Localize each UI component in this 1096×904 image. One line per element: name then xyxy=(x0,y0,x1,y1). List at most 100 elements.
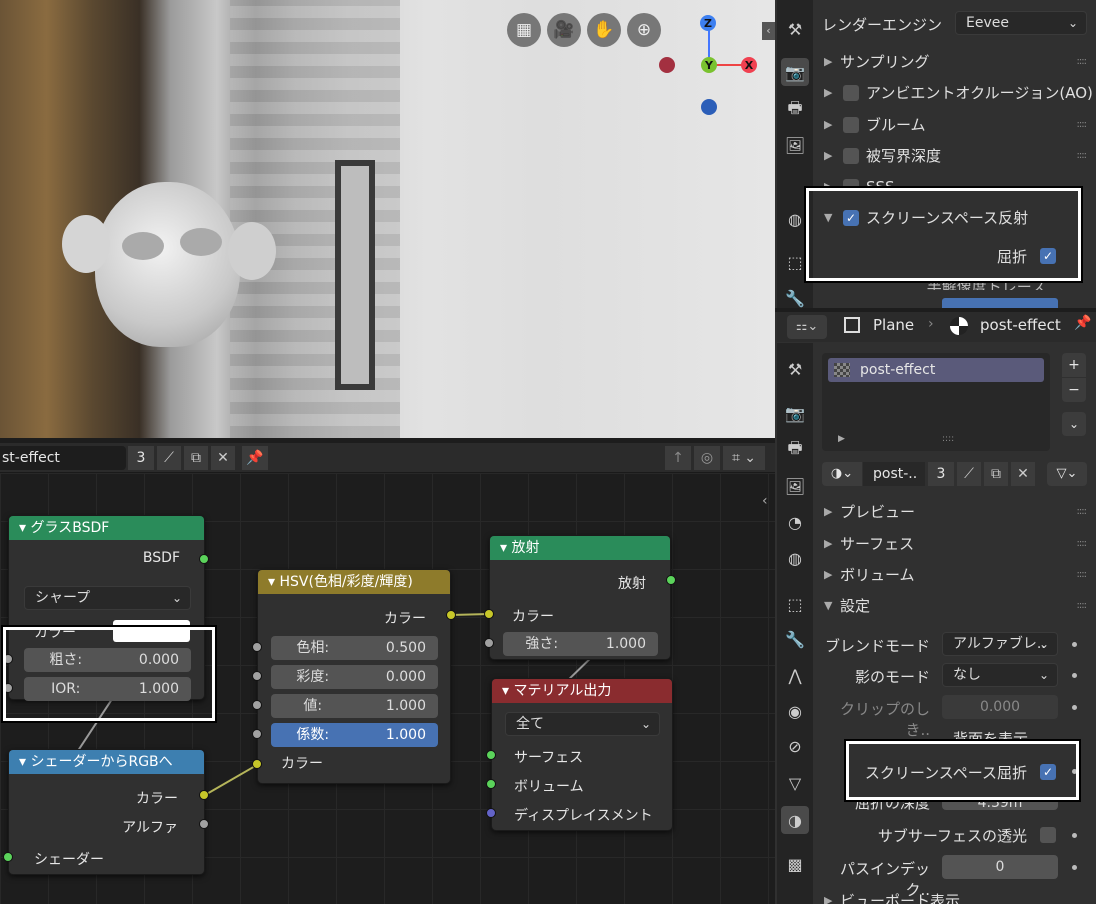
glass-bsdf-output-socket[interactable] xyxy=(199,554,209,564)
saturation-field[interactable]: 彩度: 0.000 xyxy=(271,665,438,689)
value-field[interactable]: 値: 1.000 xyxy=(271,694,438,718)
view-layer-tab-icon[interactable]: 🖼 xyxy=(781,131,809,159)
output-target-dropdown[interactable]: 全て ⌄ xyxy=(505,712,660,736)
world-tab-icon[interactable]: ◍ xyxy=(781,205,809,233)
mat-tool-tab-icon[interactable]: ⚒ xyxy=(781,355,809,383)
close-icon[interactable]: ✕ xyxy=(211,446,235,470)
mat-unlink-icon[interactable]: ✕ xyxy=(1011,462,1035,486)
ao-checkbox[interactable] xyxy=(843,85,859,101)
pass-index-field[interactable]: 0 xyxy=(942,855,1058,879)
hsv-output-socket[interactable] xyxy=(446,610,456,620)
value-socket[interactable] xyxy=(252,700,262,710)
gizmo-neg-x[interactable] xyxy=(659,57,675,73)
factor-field[interactable]: 係数: 1.000 xyxy=(271,723,438,747)
pin-icon[interactable]: 📌 xyxy=(242,446,268,470)
slot-list-expand[interactable]: ▶ xyxy=(838,434,845,444)
render-tab-icon[interactable]: 📷 xyxy=(781,58,809,86)
shader-to-rgb-alpha-socket[interactable] xyxy=(199,819,209,829)
viewport-collapse-arrow[interactable]: ‹ xyxy=(762,22,775,40)
3d-viewport[interactable]: ▦ 🎥 ✋ ⊕ Z X Y ‹ xyxy=(0,0,775,438)
hsv-node[interactable]: ▾ HSV(色相/彩度/輝度) カラー 色相: 0.500 彩度: 0.000 値:… xyxy=(257,569,451,784)
emission-node[interactable]: ▾ 放射 放射 カラー 強さ: 1.000 xyxy=(489,535,671,660)
sss-checkbox[interactable] xyxy=(843,179,859,187)
emission-output-socket[interactable] xyxy=(666,575,676,585)
hue-field[interactable]: 色相: 0.500 xyxy=(271,636,438,660)
material-output-node[interactable]: ▾ マテリアル出力 全て ⌄ サーフェス ボリューム ディスプレイスメント xyxy=(491,678,673,831)
node-editor-canvas[interactable]: ▾ グラスBSDF BSDF シャープ ⌄ カラー 粗さ: 0.000 IOR: 1.… xyxy=(0,473,775,904)
add-slot-button[interactable]: + xyxy=(1062,353,1086,377)
emission-strength-socket[interactable] xyxy=(484,638,494,648)
shader-to-rgb-color-socket[interactable] xyxy=(199,790,209,800)
dof-checkbox[interactable] xyxy=(843,148,859,164)
dof-section[interactable]: ▶ 被写界深度:::: xyxy=(818,142,1096,170)
material-tab-icon[interactable]: ◑ xyxy=(781,806,809,834)
material-link-dropdown[interactable]: ▽⌄ xyxy=(1047,462,1087,486)
tool-tab-icon[interactable]: ⚒ xyxy=(781,15,809,43)
viewport-display-section[interactable]: ▶ ビューポート表示 xyxy=(818,892,1096,904)
camera-icon[interactable]: 🎥 xyxy=(547,13,581,47)
clip-threshold-field[interactable]: 0.000 xyxy=(942,695,1058,719)
shader-to-rgb-header[interactable]: ▾ シェーダーからRGBへ xyxy=(9,750,204,774)
pass-index-keyframe[interactable] xyxy=(1072,865,1077,870)
snap-mode-dropdown[interactable]: ⌗ ⌄ xyxy=(723,446,765,470)
zoom-icon[interactable]: ⊕ xyxy=(627,13,661,47)
mat-render-tab-icon[interactable]: 📷 xyxy=(781,399,809,427)
particles-tab-icon[interactable]: ⋀ xyxy=(781,661,809,689)
gizmo-neg-z[interactable] xyxy=(701,99,717,115)
mat-world-tab-icon[interactable]: ◍ xyxy=(781,544,809,572)
clip-threshold-keyframe[interactable] xyxy=(1072,705,1077,710)
gizmo-z-axis[interactable]: Z xyxy=(700,15,716,31)
material-slot-item[interactable]: post-effect xyxy=(828,358,1044,382)
mat-output-tab-icon[interactable]: 🖶 xyxy=(781,436,809,464)
sampling-section[interactable]: ▶ サンプリング:::: xyxy=(818,48,1096,76)
mat-modifier-tab-icon[interactable]: 🔧 xyxy=(781,625,809,653)
volume-section[interactable]: ▶ ボリューム:::: xyxy=(818,561,1096,589)
material-browse-name[interactable]: post-.. xyxy=(863,462,925,486)
blend-mode-keyframe[interactable] xyxy=(1072,642,1077,647)
mat-scene-tab-icon[interactable]: ◔ xyxy=(781,508,809,536)
saturation-socket[interactable] xyxy=(252,671,262,681)
mat-fake-user-icon[interactable]: ⟋ xyxy=(957,462,981,486)
fake-user-icon[interactable]: ⟋ xyxy=(157,446,181,470)
duplicate-icon[interactable]: ⧉ xyxy=(184,446,208,470)
material-name-field[interactable]: st-effect xyxy=(0,446,126,470)
editor-type-dropdown[interactable]: ⚏⌄ xyxy=(787,315,827,339)
glass-bsdf-header[interactable]: ▾ グラスBSDF xyxy=(9,516,204,540)
object-tab-icon[interactable]: ⬚ xyxy=(781,248,809,276)
surface-section[interactable]: ▶ サーフェス:::: xyxy=(818,530,1096,558)
hue-socket[interactable] xyxy=(252,642,262,652)
parent-node-tree-icon[interactable]: ↑ xyxy=(665,446,691,470)
grid-icon[interactable]: ▦ xyxy=(507,13,541,47)
browse-material-button[interactable]: ◑⌄ xyxy=(822,462,862,486)
preview-section[interactable]: ▶ プレビュー:::: xyxy=(818,498,1096,526)
sss-translucency-keyframe[interactable] xyxy=(1072,833,1077,838)
sss-translucency-checkbox[interactable] xyxy=(1040,827,1056,843)
displacement-socket[interactable] xyxy=(486,808,496,818)
surface-socket[interactable] xyxy=(486,750,496,760)
shader-to-rgb-node[interactable]: ▾ シェーダーからRGBへ カラー アルファ シェーダー xyxy=(8,749,205,875)
shadow-mode-keyframe[interactable] xyxy=(1072,673,1077,678)
blend-mode-dropdown[interactable]: アルファブレ.. ⌄ xyxy=(942,632,1058,656)
hsv-color-input-socket[interactable] xyxy=(252,759,262,769)
physics-tab-icon[interactable]: ◉ xyxy=(781,697,809,725)
ao-section[interactable]: ▶ アンビエントオクルージョン(AO) xyxy=(818,79,1096,107)
shader-to-rgb-shader-socket[interactable] xyxy=(3,852,13,862)
slot-list-grip[interactable]: :::: xyxy=(942,434,954,444)
data-tab-icon[interactable]: ▽ xyxy=(781,769,809,797)
snap-icon[interactable]: ◎ xyxy=(694,446,720,470)
bloom-section[interactable]: ▶ ブルーム:::: xyxy=(818,111,1096,139)
hsv-header[interactable]: ▾ HSV(色相/彩度/輝度) xyxy=(258,570,450,594)
mat-duplicate-icon[interactable]: ⧉ xyxy=(984,462,1008,486)
bloom-checkbox[interactable] xyxy=(843,117,859,133)
emission-color-socket[interactable] xyxy=(484,609,494,619)
strength-field[interactable]: 強さ: 1.000 xyxy=(503,632,658,656)
gizmo-y-axis[interactable]: Y xyxy=(701,57,717,73)
hand-icon[interactable]: ✋ xyxy=(587,13,621,47)
output-tab-icon[interactable]: 🖶 xyxy=(781,96,809,124)
material-output-header[interactable]: ▾ マテリアル出力 xyxy=(492,679,672,703)
sss-section[interactable]: ▶ SSS xyxy=(818,173,1096,187)
users-count[interactable]: 3 xyxy=(128,446,154,470)
mat-object-tab-icon[interactable]: ⬚ xyxy=(781,590,809,618)
shadow-mode-dropdown[interactable]: なし ⌄ xyxy=(942,663,1058,687)
material-users[interactable]: 3 xyxy=(928,462,954,486)
